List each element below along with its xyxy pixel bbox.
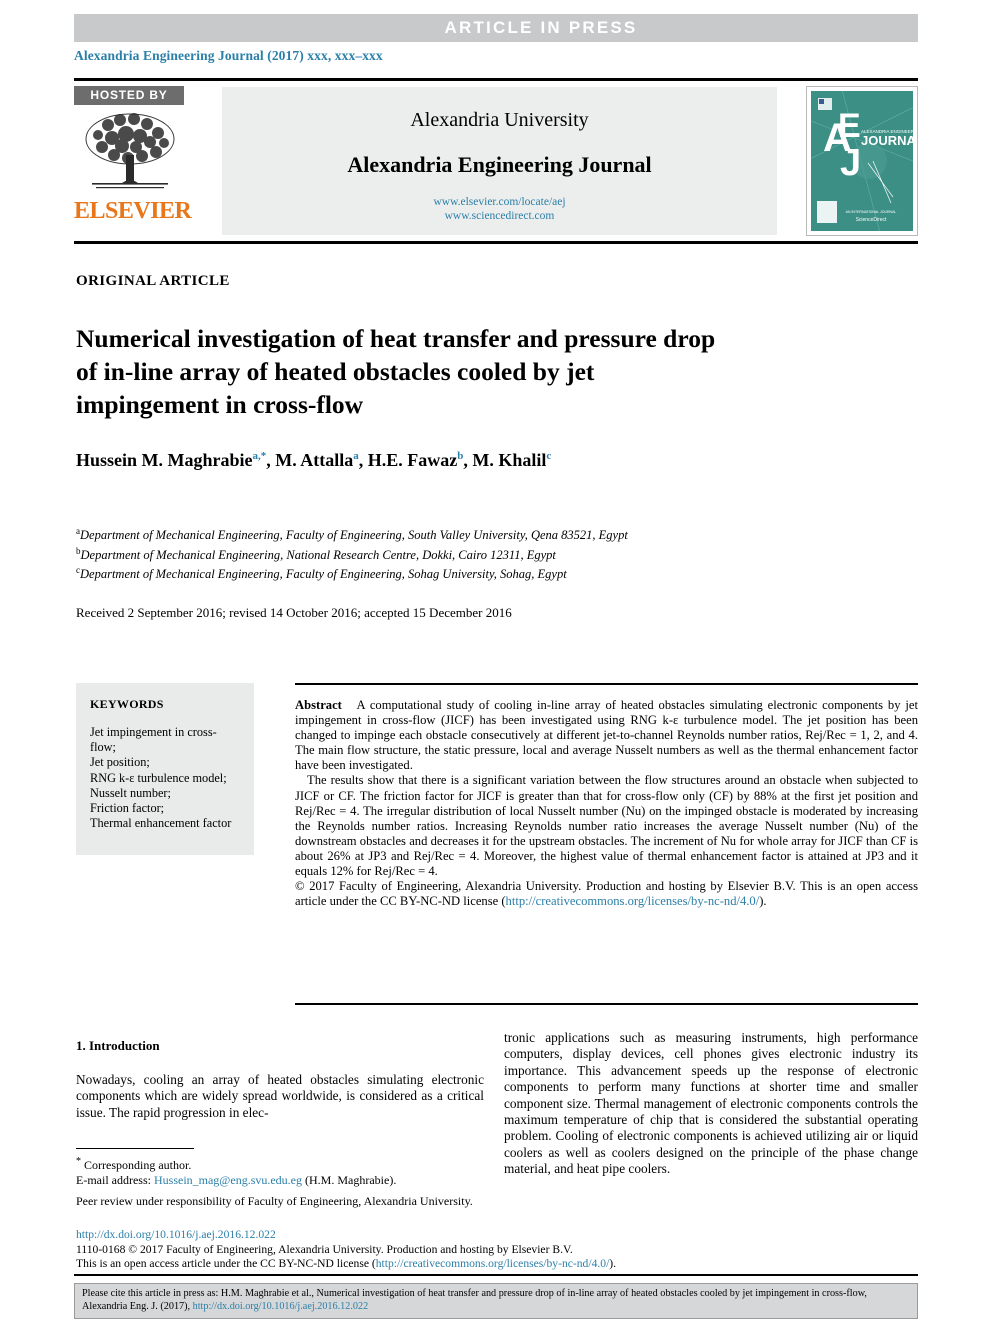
abstract-rule-bottom (295, 1003, 918, 1005)
email-link[interactable]: Hussein_mag@eng.svu.edu.eg (154, 1173, 302, 1187)
abstract-paragraph-2: The results show that there is a signifi… (295, 773, 918, 879)
author-1[interactable]: Hussein M. Maghrabiea,* (76, 450, 266, 470)
abstract-text-2: The results show that there is a signifi… (295, 773, 918, 879)
header-rule-top (74, 78, 918, 81)
keyword-item: Friction factor; (90, 801, 165, 816)
journal-name: Alexandria Engineering Journal (347, 152, 652, 177)
article-in-press-label: ARTICLE IN PRESS (444, 18, 638, 37)
keywords-list: Jet impingement in cross-flow; Jet posit… (90, 725, 242, 831)
journal-link-sciencedirect[interactable]: www.sciencedirect.com (222, 209, 777, 223)
affiliation-c: cDepartment of Mechanical Engineering, F… (76, 565, 567, 582)
paper-page: ARTICLE IN PRESS Alexandria Engineering … (0, 0, 992, 1323)
cc-license-link[interactable]: http://creativecommons.org/licenses/by-n… (376, 1257, 610, 1270)
cite-doi-link[interactable]: http://dx.doi.org/10.1016/j.aej.2016.12.… (193, 1301, 369, 1312)
affiliation-list: aDepartment of Mechanical Engineering, F… (76, 524, 816, 583)
footer-rule (74, 1274, 918, 1276)
keyword-item: Nusselt number; (90, 785, 171, 800)
footnote-block: * Corresponding author. E-mail address: … (76, 1154, 486, 1209)
author-4[interactable]: M. Khalilc (472, 450, 551, 470)
article-in-press-banner: ARTICLE IN PRESS (74, 14, 918, 42)
journal-link-elsevier[interactable]: www.elsevier.com/locate/aej (222, 195, 777, 209)
abstract-text-1: A computational study of cooling in-line… (295, 698, 918, 773)
masthead: HOSTED BY ELSEVIER Alexandria University… (74, 86, 918, 238)
page-title: Numerical investigation of heat transfer… (76, 324, 716, 420)
elsevier-hosted-block: HOSTED BY ELSEVIER (74, 86, 198, 238)
svg-text:E: E (838, 107, 861, 145)
svg-text:J: J (840, 142, 861, 184)
footnote-rule (76, 1148, 194, 1150)
svg-text:ScienceDirect: ScienceDirect (856, 217, 887, 223)
abstract-copyright: © 2017 Faculty of Engineering, Alexandri… (295, 879, 918, 909)
abstract-block: Abstract A computational study of coolin… (295, 698, 918, 909)
affiliation-a: aDepartment of Mechanical Engineering, F… (76, 526, 628, 543)
affiliation-b: bDepartment of Mechanical Engineering, N… (76, 545, 556, 562)
keywords-heading: KEYWORDS (90, 697, 164, 711)
cite-this-article-box: Please cite this article in press as: H.… (74, 1283, 918, 1319)
journal-citation-line: Alexandria Engineering Journal (2017) xx… (74, 48, 383, 63)
license-link[interactable]: http://creativecommons.org/licenses/by-n… (506, 894, 760, 908)
elsevier-tree-icon (78, 109, 182, 197)
corresponding-author-note: * Corresponding author. (76, 1156, 192, 1172)
hosted-by-label: HOSTED BY (74, 86, 184, 105)
keyword-item: Jet impingement in cross-flow; (90, 725, 217, 755)
author-2[interactable]: M. Attallaa (275, 450, 359, 470)
issn-copyright-line: 1110-0168 © 2017 Faculty of Engineering,… (76, 1242, 573, 1256)
article-type-label: ORIGINAL ARTICLE (76, 273, 230, 289)
journal-cover-thumbnail: A E J ALEXANDRIA ENGINEERING JOURNAL AN … (806, 86, 918, 236)
peer-review-note: Peer review under responsibility of Facu… (76, 1193, 473, 1208)
body-column-left: Nowadays, cooling an array of heated obs… (76, 1072, 484, 1120)
abstract-label: Abstract (295, 698, 342, 712)
author-4-affil-marker: c (546, 450, 552, 462)
svg-text:JOURNAL: JOURNAL (861, 133, 913, 148)
author-3-affil-marker: b (457, 450, 464, 462)
section-heading-introduction: 1. Introduction (76, 1038, 160, 1053)
email-note: E-mail address: Hussein_mag@eng.svu.edu.… (76, 1173, 397, 1188)
keyword-item: Thermal enhancement factor (90, 816, 232, 831)
abstract-paragraph-1: Abstract A computational study of coolin… (295, 698, 918, 773)
abstract-rule-top (295, 683, 918, 685)
elsevier-wordmark: ELSEVIER (74, 198, 192, 224)
article-history: Received 2 September 2016; revised 14 Oc… (76, 605, 512, 620)
keyword-item: Jet position; (90, 755, 150, 770)
header-rule-bottom (74, 241, 918, 244)
author-3[interactable]: H.E. Fawazb (368, 450, 464, 470)
doi-link[interactable]: http://dx.doi.org/10.1016/j.aej.2016.12.… (76, 1228, 926, 1243)
copyright-tail: ). (759, 894, 767, 909)
keyword-item: RNG k-ε turbulence model; (90, 770, 227, 785)
open-access-line: This is an open access article under the… (76, 1257, 617, 1271)
keywords-box: KEYWORDS Jet impingement in cross-flow; … (76, 683, 254, 855)
body-column-right: tronic applications such as measuring in… (504, 1030, 918, 1177)
journal-links: www.elsevier.com/locate/aej www.scienced… (222, 195, 777, 223)
university-name: Alexandria University (410, 109, 589, 131)
doi-block: http://dx.doi.org/10.1016/j.aej.2016.12.… (76, 1228, 926, 1272)
author-1-affil-marker: a,* (252, 450, 267, 462)
author-2-affil-marker: a (353, 450, 359, 462)
author-list: Hussein M. Maghrabiea,*, M. Attallaa, H.… (76, 450, 552, 470)
svg-text:AN INTERNATIONAL JOURNAL: AN INTERNATIONAL JOURNAL (846, 210, 897, 214)
asterisk-icon: * (76, 1156, 81, 1167)
journal-title-block: Alexandria University Alexandria Enginee… (222, 87, 777, 235)
